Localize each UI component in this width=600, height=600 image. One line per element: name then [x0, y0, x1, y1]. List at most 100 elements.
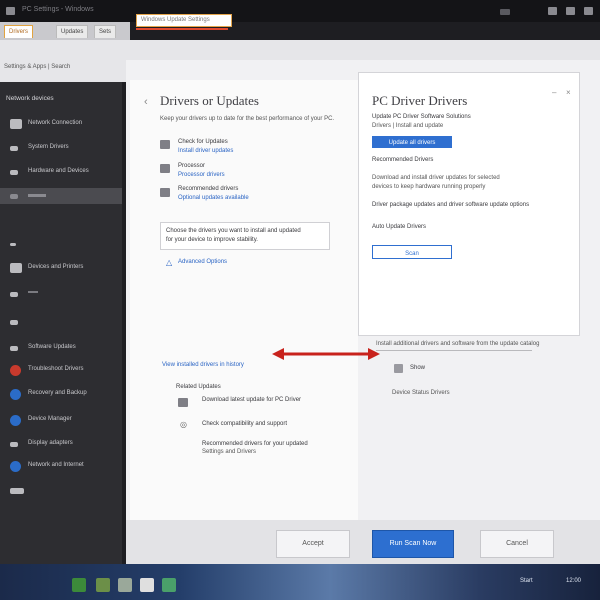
sidebar-item-label: Software Updates — [28, 344, 76, 350]
sidebar-item-label: Display adapters — [28, 440, 73, 446]
tab-updates[interactable]: Updates — [56, 25, 89, 38]
sidebar-item-label — [28, 291, 38, 293]
sidebar-item-arrow[interactable] — [0, 236, 122, 252]
sidebar-item-devices-printers[interactable]: Devices and Printers — [0, 260, 122, 276]
sidebar-item-tools[interactable] — [0, 482, 122, 498]
chip-icon — [160, 164, 170, 173]
auto-update-title: Auto Update Drivers — [372, 224, 427, 230]
start-icon[interactable] — [72, 578, 86, 592]
download-icon — [178, 398, 188, 407]
selected-item-icon — [10, 194, 18, 199]
accept-button[interactable]: Accept — [276, 530, 350, 558]
tab-drivers[interactable]: Drivers — [4, 25, 33, 38]
sidebar-title: Network devices — [6, 95, 54, 102]
left-heading: Drivers or Updates — [160, 93, 259, 108]
run-scan-button[interactable]: Run Scan Now — [372, 530, 454, 558]
app-icon[interactable] — [140, 578, 154, 592]
cancel-button[interactable]: Cancel — [480, 530, 554, 558]
sidebar-item-selected[interactable] — [0, 188, 122, 204]
sidebar-item-label: Hardware and Devices — [28, 168, 89, 174]
sidebar-item-label: System Drivers — [28, 144, 69, 150]
option-sub[interactable]: Install driver updates — [178, 148, 233, 154]
address-underline — [136, 28, 228, 30]
right-description-sub: Drivers | Install and update — [372, 123, 444, 129]
device-icon — [10, 146, 18, 151]
address-field[interactable]: Windows Update Settings — [136, 14, 232, 27]
recommended-drivers-title: Recommended Drivers — [372, 157, 434, 163]
option-sub[interactable]: Processor drivers — [178, 172, 225, 178]
section-text: devices to keep hardware running properl… — [372, 184, 486, 190]
box-icon — [160, 188, 170, 197]
usb-icon — [10, 292, 18, 297]
right-description: Update PC Driver Software Solutions — [372, 114, 471, 120]
minimize-icon[interactable] — [500, 9, 510, 15]
right-heading: PC Driver Drivers — [372, 93, 468, 108]
shield-icon — [10, 365, 21, 376]
sidebar-item-label: Network and Internet — [28, 462, 84, 468]
sidebar-item-card[interactable] — [0, 314, 122, 330]
sidebar-item-troubleshoot[interactable]: Troubleshoot Drivers — [0, 362, 122, 378]
sidebar-item-label: Devices and Printers — [28, 264, 84, 270]
option-label[interactable]: Check for Updates — [178, 139, 228, 145]
close-window-icon[interactable] — [584, 7, 593, 15]
warning-icon: △ — [166, 258, 173, 267]
sidebar-item-network-internet[interactable]: Network and Internet — [0, 458, 122, 474]
view-history-link[interactable]: View installed drivers in history — [162, 362, 244, 368]
user-icon[interactable] — [566, 7, 575, 15]
settings-icon[interactable] — [548, 7, 557, 15]
sidebar-item-label: Recovery and Backup — [28, 390, 87, 396]
cable-icon — [10, 346, 18, 351]
monitor-icon — [160, 140, 170, 149]
sidebar-item-recovery[interactable]: Recovery and Backup — [0, 386, 122, 402]
info-text: Choose the drivers you want to install a… — [166, 228, 301, 234]
display-icon — [10, 442, 18, 447]
taskbar — [0, 564, 600, 600]
sidebar-item-display[interactable]: Display adapters — [0, 436, 122, 452]
option-sub[interactable]: Optional updates available — [178, 195, 249, 201]
app-icon[interactable] — [118, 578, 132, 592]
sidebar-item-label: Troubleshoot Drivers — [28, 366, 84, 372]
sidebar: Network devices Network Connection Syste… — [0, 82, 122, 564]
disc-icon — [10, 389, 21, 400]
related-item[interactable]: Download latest update for PC Driver — [202, 397, 301, 403]
option-label[interactable]: Processor — [178, 163, 205, 169]
section-text: Driver package updates and driver softwa… — [372, 202, 530, 208]
related-section-title: Related Updates — [176, 384, 221, 390]
minimize-panel-icon[interactable]: – — [552, 88, 556, 97]
sidebar-item-label — [28, 194, 46, 197]
clock: 12:00 — [566, 578, 582, 584]
update-all-drivers-button[interactable]: Update all drivers — [372, 136, 452, 148]
related-item[interactable]: Settings and Drivers — [202, 449, 256, 455]
globe-icon — [10, 461, 21, 472]
catalog-text[interactable]: Install additional drivers and software … — [376, 341, 539, 347]
related-item[interactable]: Recommended drivers for your updated — [202, 441, 308, 447]
breadcrumb[interactable]: Settings & Apps | Search — [4, 64, 70, 70]
sidebar-item-label: Network Connection — [28, 120, 83, 126]
option-label[interactable]: Recommended drivers — [178, 186, 238, 192]
sidebar-item-system-drivers[interactable]: System Drivers — [0, 140, 122, 156]
related-item[interactable]: Check compatibility and support — [202, 421, 287, 427]
tab-sets[interactable]: Sets — [94, 25, 117, 38]
window-title: PC Settings - Windows — [22, 6, 94, 13]
sidebar-item-hardware[interactable]: Hardware and Devices — [0, 164, 122, 180]
sidebar-item-label: Device Manager — [28, 416, 72, 422]
left-description: Keep your drivers up to date for the bes… — [160, 116, 335, 122]
arrow-icon — [10, 243, 16, 246]
app-icon[interactable] — [162, 578, 176, 592]
scan-button[interactable]: Scan — [372, 245, 452, 259]
section-text: Download and install driver updates for … — [372, 175, 500, 181]
show-label[interactable]: Show — [410, 365, 425, 371]
advanced-options-link[interactable]: Advanced Options — [178, 259, 227, 265]
sidebar-item-device-manager[interactable]: Device Manager — [0, 412, 122, 428]
sidebar-item-usb[interactable] — [0, 286, 122, 302]
sidebar-item-network-connection[interactable]: Network Connection — [0, 116, 122, 132]
separator — [376, 350, 532, 351]
taskbar-label: Start — [520, 578, 533, 584]
back-icon[interactable]: ‹ — [144, 96, 148, 108]
sidebar-item-software-updates[interactable]: Software Updates — [0, 340, 122, 356]
printer-icon — [10, 263, 22, 273]
title-bar: PC Settings - Windows — [0, 0, 600, 22]
close-panel-icon[interactable]: × — [566, 88, 571, 97]
device-icon — [394, 364, 403, 373]
app-icon[interactable] — [96, 578, 110, 592]
